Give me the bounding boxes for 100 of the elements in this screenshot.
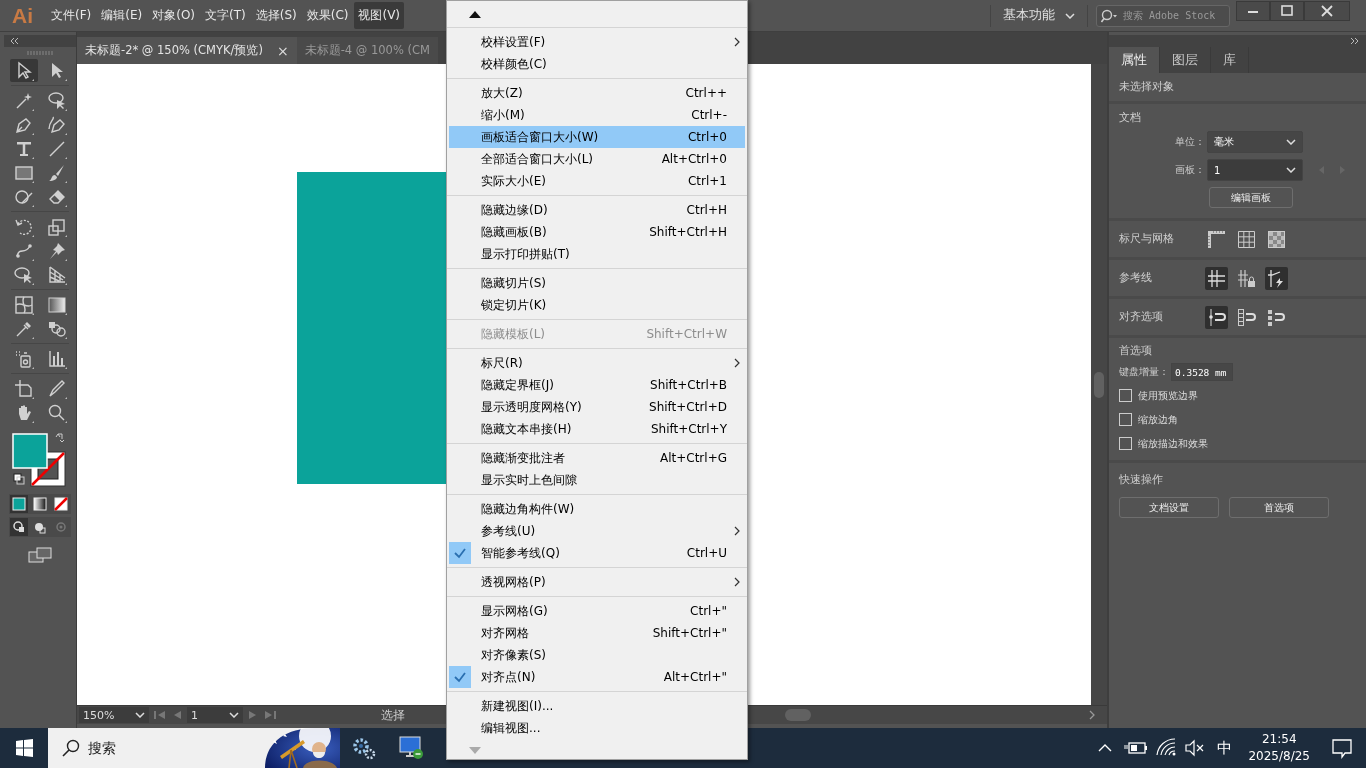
scale-icon[interactable]: [46, 216, 67, 237]
maximize-button[interactable]: [1270, 1, 1304, 21]
quick-action-button[interactable]: 首选项: [1229, 497, 1329, 518]
panel-tab[interactable]: 库: [1211, 47, 1249, 73]
section-title: 参考线: [1119, 271, 1153, 285]
lasso-icon[interactable]: [46, 90, 67, 111]
input-method-indicator[interactable]: 中: [1209, 738, 1241, 758]
menu-item[interactable]: 隐藏切片(S): [449, 272, 745, 294]
shortcut-label: Alt+Ctrl+": [663, 670, 727, 684]
vertical-scrollbar[interactable]: [1091, 64, 1107, 705]
checkbox[interactable]: [1119, 413, 1132, 426]
quick-action-button[interactable]: 文档设置: [1119, 497, 1219, 518]
collapse-icon[interactable]: [10, 38, 20, 44]
menu-item[interactable]: 参考线(U): [449, 520, 745, 542]
scroll-thumb[interactable]: [785, 709, 811, 721]
menu-item[interactable]: 隐藏画板(B) Shift+Ctrl+H: [449, 221, 745, 243]
menu-item[interactable]: 效果(C): [302, 2, 353, 29]
workspace-switcher[interactable]: 基本功能: [990, 4, 1088, 27]
menu-item[interactable]: 对齐像素(S): [449, 644, 745, 666]
artboard-dropdown[interactable]: 1: [1207, 159, 1303, 181]
scroll-right-icon[interactable]: [1089, 710, 1095, 720]
caret-icon: [1065, 12, 1075, 19]
smart-guides-icon[interactable]: [1265, 266, 1288, 290]
caret-icon: [229, 712, 239, 718]
expand-icon[interactable]: [1350, 38, 1360, 44]
scroll-thumb[interactable]: [1094, 372, 1104, 398]
search-field[interactable]: 搜索 Adobe Stock: [1096, 4, 1230, 27]
menu-item[interactable]: 显示打印拼贴(T): [449, 243, 745, 265]
close-button[interactable]: [1304, 1, 1350, 21]
section-title: 快速操作: [1119, 473, 1164, 487]
menu-item[interactable]: 编辑(E): [97, 2, 147, 29]
search-field[interactable]: 搜索: [48, 728, 255, 768]
none-mode-icon[interactable]: [52, 495, 70, 513]
close-tab-button[interactable]: ×: [276, 42, 289, 59]
menu-item[interactable]: 新建视图(I)...: [449, 695, 745, 717]
menu-item[interactable]: 隐藏文本串接(H) Shift+Ctrl+Y: [449, 418, 745, 440]
shortcut-label: Ctrl++: [685, 86, 727, 100]
shortcut-label: Shift+Ctrl+H: [649, 225, 727, 239]
zoom-icon[interactable]: [46, 402, 67, 423]
clock[interactable]: 21:54 2025/8/25: [1240, 731, 1318, 765]
artboard-field[interactable]: 1: [187, 707, 243, 723]
snap-to-point-icon[interactable]: [1205, 305, 1228, 329]
menu-item[interactable]: 显示透明度网格(Y) Shift+Ctrl+D: [449, 396, 745, 418]
guides-icon[interactable]: [1205, 266, 1228, 290]
menu-item[interactable]: 编辑视图...: [449, 717, 745, 739]
shortcut-label: Shift+Ctrl+D: [649, 400, 727, 414]
mesh-icon[interactable]: [13, 294, 34, 315]
document-tab[interactable]: 未标题-2* @ 150% (CMYK/预览) ×: [77, 37, 297, 64]
menu-item[interactable]: 显示网格(G) Ctrl+": [449, 600, 745, 622]
menu-item[interactable]: 视图(V): [354, 2, 405, 29]
shortcut-label: Shift+Ctrl+W: [646, 327, 727, 341]
increment-field[interactable]: 0.3528 mm: [1171, 363, 1233, 381]
screen-mode-icon[interactable]: [28, 547, 52, 563]
menu-item[interactable]: 全部适合窗口大小(L) Alt+Ctrl+0: [449, 148, 745, 170]
menu-item[interactable]: 实际大小(E) Ctrl+1: [449, 170, 745, 192]
menu-item[interactable]: 缩小(M) Ctrl+-: [449, 104, 745, 126]
menu-item[interactable]: 隐藏渐变批注者 Alt+Ctrl+G: [449, 447, 745, 469]
shortcut-label: Shift+Ctrl+B: [650, 378, 727, 392]
perspective-grid-icon[interactable]: [46, 264, 67, 285]
menu-item[interactable]: 画板适合窗口大小(W) Ctrl+0: [449, 126, 745, 148]
menu-item[interactable]: 透视网格(P): [449, 571, 745, 593]
shape-builder-icon[interactable]: [13, 264, 34, 285]
menu-item[interactable]: 对齐点(N) Alt+Ctrl+": [449, 666, 745, 688]
menu-item[interactable]: 文字(T): [201, 2, 250, 29]
menu-item[interactable]: 标尺(R): [449, 352, 745, 374]
knife-icon[interactable]: [46, 378, 67, 399]
scroll-up-icon[interactable]: [469, 10, 481, 18]
minimize-button[interactable]: [1236, 1, 1270, 21]
menu-item[interactable]: 校样设置(F): [449, 31, 745, 53]
draw-normal-icon[interactable]: [10, 518, 28, 536]
curvature-pen-icon[interactable]: [46, 114, 67, 135]
shortcut-label: Ctrl+0: [687, 130, 727, 144]
checkbox-label: 缩放描边和效果: [1138, 436, 1208, 451]
artboard-icon[interactable]: [13, 378, 34, 399]
menu-item[interactable]: 选择(S): [251, 2, 301, 29]
menu-item[interactable]: 放大(Z) Ctrl++: [449, 82, 745, 104]
menu-item[interactable]: 对象(O): [148, 2, 200, 29]
menu-item[interactable]: 锁定切片(K): [449, 294, 745, 316]
checkbox[interactable]: [1119, 437, 1132, 450]
menu-item[interactable]: 文件(F): [47, 2, 96, 29]
menu-item[interactable]: 隐藏边角构件(W): [449, 498, 745, 520]
color-mode-icon[interactable]: [10, 495, 28, 513]
menu-item[interactable]: 显示实时上色间隙: [449, 469, 745, 491]
gradient-icon[interactable]: [46, 294, 67, 315]
menu-item[interactable]: 智能参考线(Q) Ctrl+U: [449, 542, 745, 564]
zoom-field[interactable]: 150%: [79, 707, 149, 723]
menu-item[interactable]: 对齐网格 Shift+Ctrl+": [449, 622, 745, 644]
menu-item[interactable]: 校样颜色(C): [449, 53, 745, 75]
checkbox-label: 使用预览边界: [1138, 388, 1198, 403]
checkbox[interactable]: [1119, 389, 1132, 402]
bar-chart-icon[interactable]: [46, 348, 67, 369]
menu-item[interactable]: 隐藏定界框(J) Shift+Ctrl+B: [449, 374, 745, 396]
panel-tab[interactable]: 属性: [1109, 47, 1160, 73]
spray-icon[interactable]: [13, 348, 34, 369]
unit-dropdown[interactable]: 毫米: [1207, 131, 1303, 153]
menu-item[interactable]: 隐藏边缘(D) Ctrl+H: [449, 199, 745, 221]
current-tool-label: 选择: [381, 706, 406, 724]
gradient-mode-icon[interactable]: [31, 495, 49, 513]
edit-artboards-button[interactable]: 编辑画板: [1209, 187, 1293, 208]
panel-tab[interactable]: 图层: [1160, 47, 1211, 73]
